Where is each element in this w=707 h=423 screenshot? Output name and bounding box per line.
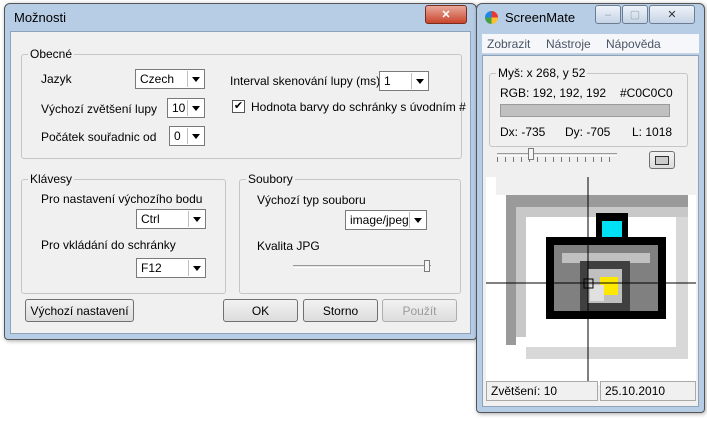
minimize-button[interactable]: –	[595, 5, 621, 24]
jpg-quality-label: Kvalita JPG	[257, 239, 320, 253]
screenmate-titlebar[interactable]: ScreenMate – ▢ ✕	[477, 4, 704, 30]
chevron-down-icon[interactable]	[187, 100, 203, 116]
camera-lens-cyan	[602, 221, 622, 239]
language-value: Czech	[140, 72, 175, 86]
dx-value: Dx: -735	[500, 125, 546, 139]
ok-button[interactable]: OK	[223, 299, 298, 322]
hash-label: Hodnota barvy do schránky s úvodním #	[251, 100, 466, 114]
chevron-down-icon[interactable]	[187, 128, 203, 144]
origin-value: 0	[174, 129, 181, 143]
clipboard-select[interactable]: F12	[136, 258, 206, 278]
magnifier-frame-inner	[516, 207, 526, 337]
interval-label: Interval skenování lupy (ms)	[230, 74, 381, 88]
interval-select[interactable]: 1	[379, 71, 429, 91]
default-point-value: Ctrl	[141, 212, 160, 226]
mouse-position: Myš: x 268, y 52	[498, 66, 586, 80]
magnifier-frame-dark	[506, 195, 688, 207]
apply-button[interactable]: Použít	[382, 299, 457, 322]
magnifier-frame-bottom	[526, 347, 688, 359]
default-point-select[interactable]: Ctrl	[136, 209, 206, 229]
status-zoom: Zvětšení: 10	[486, 381, 598, 401]
zoom-slider[interactable]	[527, 148, 534, 160]
magnifier-edge-light	[496, 177, 696, 195]
options-title: Možnosti	[14, 10, 67, 25]
zoom-select[interactable]: 10	[167, 98, 205, 118]
menu-help[interactable]: Nápověda	[606, 37, 661, 51]
hex-value: #C0C0C0	[620, 86, 673, 100]
file-type-label: Výchozí typ souboru	[257, 193, 366, 207]
files-legend: Soubory	[248, 172, 293, 186]
options-window: Možnosti ✕ Obecné Jazyk Czech Výchozí zv…	[4, 3, 477, 340]
menu-tools[interactable]: Nástroje	[546, 37, 591, 51]
camera-lens-shadow	[590, 285, 604, 301]
screenmate-client: Myš: x 268, y 52 RGB: 192, 192, 192 #C0C…	[482, 55, 699, 407]
screenmate-title: ScreenMate	[505, 10, 576, 25]
zoom-value: 10	[172, 101, 186, 115]
jpg-quality-track[interactable]	[293, 265, 431, 268]
close-button[interactable]: ✕	[425, 5, 467, 24]
magnifier-view[interactable]	[486, 177, 696, 385]
sm-close-button[interactable]: ✕	[649, 5, 695, 24]
close-icon: ✕	[441, 9, 451, 21]
language-select[interactable]: Czech	[135, 69, 205, 89]
options-client: Obecné Jazyk Czech Výchozí zvětšení lupy…	[10, 31, 471, 334]
close-icon: ✕	[667, 9, 677, 21]
screenmate-menubar: Zobrazit Nástroje Nápověda	[482, 34, 699, 54]
file-type-value: image/jpeg	[350, 213, 409, 227]
chevron-down-icon[interactable]	[188, 260, 204, 276]
zoom-slider-track[interactable]	[497, 153, 617, 156]
dy-value: Dy: -705	[565, 125, 611, 139]
cancel-button[interactable]: Storno	[303, 299, 378, 322]
clipboard-label: Pro vkládání do schránky	[41, 238, 176, 252]
camera-icon	[655, 155, 669, 165]
jpg-quality-slider[interactable]	[423, 260, 430, 272]
origin-select[interactable]: 0	[169, 126, 205, 146]
clipboard-value: F12	[141, 261, 162, 275]
maximize-button[interactable]: ▢	[622, 5, 648, 24]
l-value: L: 1018	[632, 125, 673, 139]
chevron-down-icon[interactable]	[187, 71, 203, 87]
zoom-ticks	[497, 157, 617, 162]
keys-legend: Klávesy	[30, 172, 73, 186]
origin-label: Počátek souřadnic od	[41, 130, 157, 144]
general-legend: Obecné	[30, 47, 73, 61]
zoom-label: Výchozí zvětšení lupy	[41, 102, 158, 116]
screenmate-window: ScreenMate – ▢ ✕ Zobrazit Nástroje Nápov…	[476, 3, 705, 413]
checkmark-icon: ✔	[233, 100, 244, 112]
hash-checkbox[interactable]: ✔	[232, 100, 245, 113]
magnifier-frame-right	[676, 217, 688, 359]
minimize-icon: –	[604, 8, 612, 21]
defaults-button[interactable]: Výchozí nastavení	[25, 299, 134, 322]
language-label: Jazyk	[41, 72, 72, 86]
screenmate-app-icon	[485, 11, 498, 24]
chevron-down-icon[interactable]	[411, 73, 427, 89]
magnifier-frame-left	[506, 195, 516, 345]
menu-view[interactable]: Zobrazit	[487, 37, 530, 51]
default-point-label: Pro nastavení výchozího bodu	[41, 192, 203, 206]
interval-value: 1	[384, 74, 391, 88]
chevron-down-icon[interactable]	[188, 211, 204, 227]
chevron-down-icon[interactable]	[409, 212, 425, 228]
maximize-icon: ▢	[629, 9, 641, 21]
color-swatch	[500, 104, 670, 117]
file-type-select[interactable]: image/jpeg	[345, 210, 427, 230]
status-date: 25.10.2010	[600, 381, 696, 401]
options-titlebar[interactable]: Možnosti ✕	[5, 4, 476, 30]
rgb-value: RGB: 192, 192, 192	[500, 86, 607, 100]
screenshot-button[interactable]	[649, 151, 675, 169]
files-group: Soubory	[239, 172, 461, 294]
